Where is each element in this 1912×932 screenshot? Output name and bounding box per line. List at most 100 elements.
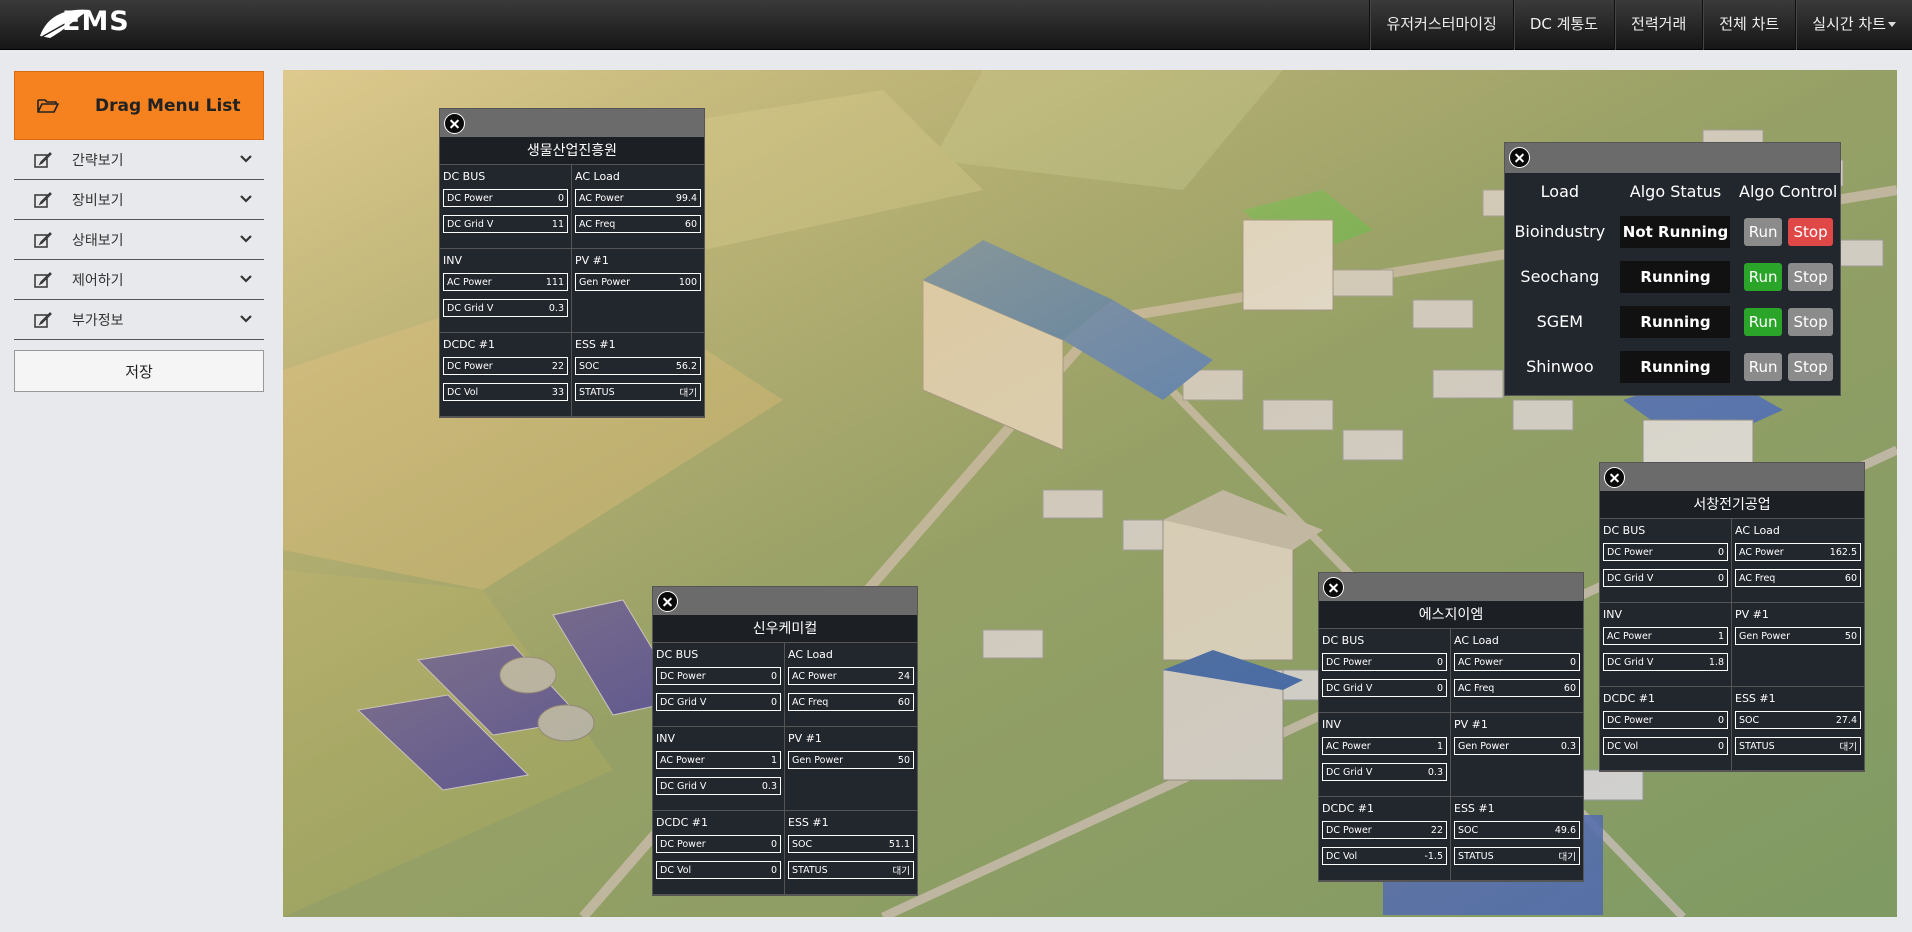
field-label: DC Grid V (660, 696, 707, 708)
stop-button[interactable]: Stop (1788, 352, 1833, 381)
field-label: AC Power (579, 192, 624, 204)
drag-menu-header[interactable]: Drag Menu List (14, 71, 264, 140)
algo-row-sgem: SGEM Running Run Stop (1505, 299, 1840, 344)
dc-power-field: DC Power 22 (443, 357, 568, 375)
section-label: ESS #1 (1454, 802, 1495, 815)
close-icon[interactable] (1323, 577, 1344, 598)
nav-all-charts[interactable]: 전체 차트 (1702, 0, 1795, 50)
run-button[interactable]: Run (1743, 262, 1783, 291)
algo-control-panel[interactable]: Load Algo Status Algo Control Bioindustr… (1504, 142, 1841, 396)
nav-dc-diagram[interactable]: DC 계통도 (1512, 0, 1614, 50)
ac-power-field: AC Power 1 (1603, 627, 1728, 645)
section-label: DCDC #1 (1603, 692, 1656, 705)
field-label: DC Grid V (660, 780, 707, 792)
close-icon[interactable] (1604, 467, 1625, 488)
dc-bus-section: DC BUS DC Power 0 DC Grid V 0 (1319, 629, 1451, 713)
nav-realtime-chart-label: 실시간 차트 (1812, 15, 1886, 33)
field-value: 0 (770, 838, 777, 850)
run-button[interactable]: Run (1743, 307, 1783, 336)
ac-load-section: AC Load AC Power 162.5 AC Freq 60 (1732, 519, 1864, 603)
section-label: AC Load (575, 170, 620, 183)
sidebar-item-label: 제어하기 (72, 272, 124, 289)
section-label: DCDC #1 (656, 816, 709, 829)
site-panel-sgem[interactable]: 에스지이엠 DC BUS DC Power 0 DC Grid V 0 AC Loa… (1318, 572, 1584, 882)
field-value: 162.5 (1829, 546, 1857, 558)
panel-drag-bar[interactable] (1600, 463, 1864, 491)
field-label: AC Freq (579, 218, 616, 230)
field-label: DC Grid V (1607, 572, 1654, 584)
site-panel-bioindustry[interactable]: 생물산업진흥원 DC BUS DC Power 0 DC Grid V 11 AC … (439, 108, 705, 418)
panel-drag-bar[interactable] (1319, 573, 1583, 601)
edit-icon (34, 271, 52, 288)
chevron-down-icon (240, 155, 252, 163)
panel-drag-bar[interactable] (440, 109, 704, 137)
sidebar-item-control[interactable]: 제어하기 (14, 260, 264, 300)
panel-drag-bar[interactable] (1505, 143, 1840, 173)
algo-row-bioindustry: Bioindustry Not Running Run Stop (1505, 209, 1840, 254)
dc-power-field: DC Power 0 (1322, 653, 1447, 671)
run-button[interactable]: Run (1743, 352, 1783, 381)
folder-open-icon (37, 98, 59, 113)
ac-power-field: AC Power 1 (1322, 737, 1447, 755)
field-label: SOC (1739, 714, 1760, 726)
stop-button[interactable]: Stop (1788, 217, 1833, 246)
field-label: DC Vol (447, 386, 479, 398)
field-value: 0 (770, 670, 777, 682)
field-value: 0.3 (1560, 740, 1576, 752)
field-value: 대기 (892, 866, 910, 877)
pv-section: PV #1 Gen Power 50 (785, 727, 917, 811)
field-value: 33 (551, 386, 564, 398)
ess-section: ESS #1 SOC 49.6 STATUS 대기 (1451, 797, 1583, 881)
close-icon[interactable] (1509, 147, 1530, 168)
close-icon[interactable] (657, 591, 678, 612)
ac-power-field: AC Power 0 (1454, 653, 1580, 671)
sidebar-item-label: 장비보기 (72, 192, 124, 209)
field-value: 0 (770, 696, 777, 708)
dc-vol-field: DC Vol 0 (656, 861, 781, 879)
dc-vol-field: DC Vol 0 (1603, 737, 1728, 755)
sidebar-item-status[interactable]: 상태보기 (14, 220, 264, 260)
field-value: 0 (1717, 714, 1724, 726)
sidebar-item-equipment[interactable]: 장비보기 (14, 180, 264, 220)
field-label: STATUS (1739, 740, 1775, 752)
dc-power-field: DC Power 0 (656, 667, 781, 685)
brand-logo-text[interactable]: EMS (62, 6, 130, 37)
dc-power-field: DC Power 0 (1603, 543, 1728, 561)
dc-vol-field: DC Vol 33 (443, 383, 568, 401)
nav-user-customizing[interactable]: 유저커스터마이징 (1369, 0, 1512, 50)
ac-load-section: AC Load AC Power 0 AC Freq 60 (1451, 629, 1583, 713)
field-label: DC Power (660, 670, 706, 682)
section-label: DC BUS (443, 170, 486, 183)
field-value: 60 (897, 696, 910, 708)
site-panel-shinwoo[interactable]: 신우케미컬 DC BUS DC Power 0 DC Grid V 0 AC Loa… (652, 586, 918, 896)
field-label: AC Power (660, 754, 705, 766)
sidebar-item-summary[interactable]: 간략보기 (14, 140, 264, 180)
run-button[interactable]: Run (1743, 217, 1783, 246)
field-label: DC Vol (660, 864, 692, 876)
nav-realtime-chart-dropdown[interactable]: 실시간 차트 (1795, 0, 1912, 50)
load-name: Seochang (1520, 267, 1600, 286)
save-button[interactable]: 저장 (14, 350, 264, 392)
field-label: STATUS (579, 386, 615, 398)
ac-load-section: AC Load AC Power 99.4 AC Freq 60 (572, 165, 704, 249)
field-value: 111 (545, 276, 564, 288)
algo-row-shinwoo: Shinwoo Running Run Stop (1505, 344, 1840, 389)
nav-power-trading[interactable]: 전력거래 (1614, 0, 1702, 50)
close-icon[interactable] (444, 113, 465, 134)
field-label: AC Power (1326, 740, 1371, 752)
dc-bus-section: DC BUS DC Power 0 DC Grid V 0 (1600, 519, 1732, 603)
algo-status-badge: Running (1620, 305, 1731, 338)
field-label: AC Power (1607, 630, 1652, 642)
field-value: 27.4 (1835, 714, 1857, 726)
sidebar-item-extra-info[interactable]: 부가정보 (14, 300, 264, 340)
field-label: STATUS (1458, 850, 1494, 862)
ac-power-field: AC Power 111 (443, 273, 568, 291)
panel-drag-bar[interactable] (653, 587, 917, 615)
field-label: AC Freq (1739, 572, 1776, 584)
stop-button[interactable]: Stop (1788, 262, 1833, 291)
site-panel-seochang[interactable]: 서창전기공업 DC BUS DC Power 0 DC Grid V 0 AC Lo… (1599, 462, 1865, 772)
stop-button[interactable]: Stop (1788, 307, 1833, 336)
field-value: 0 (770, 864, 777, 876)
field-value: 1 (1436, 740, 1443, 752)
dc-bus-section: DC BUS DC Power 0 DC Grid V 0 (653, 643, 785, 727)
